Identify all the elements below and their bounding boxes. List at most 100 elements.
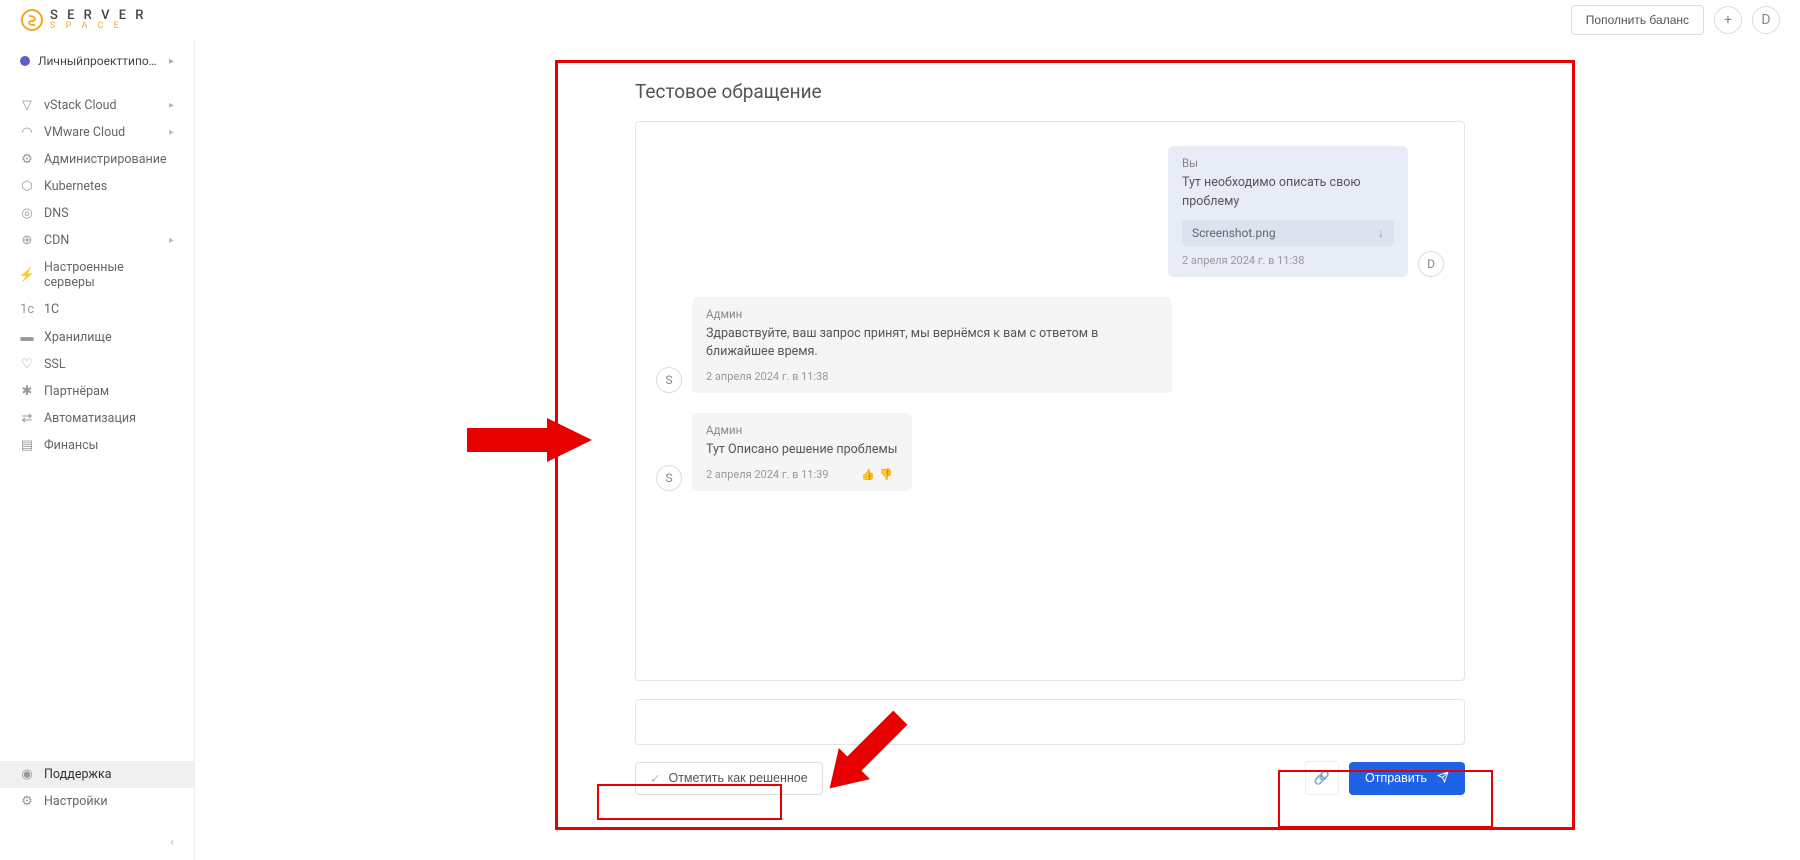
sidebar-item-cdn[interactable]: ⊕ CDN ▸ xyxy=(0,227,194,254)
sidebar-item-label: SSL xyxy=(44,357,66,372)
nav-icon: ▬ xyxy=(20,329,34,345)
main-content: Тестовое обращение Вы Тут необходимо опи… xyxy=(195,40,1800,860)
sidebar-item-настроенные-серверы[interactable]: ⚡ Настроенные серверы xyxy=(0,254,194,296)
sidebar-item-kubernetes[interactable]: ⬡ Kubernetes xyxy=(0,173,194,200)
nav-icon: ◠ xyxy=(20,125,34,140)
sidebar-item-label: Настройки xyxy=(44,794,108,809)
sidebar-item-label: VMware Cloud xyxy=(44,125,125,140)
sidebar-item-dns[interactable]: ◎ DNS xyxy=(0,200,194,227)
sidebar-item-автоматизация[interactable]: ⇄ Автоматизация xyxy=(0,405,194,432)
avatar-user: D xyxy=(1418,251,1444,277)
send-icon xyxy=(1437,771,1449,786)
message-row-admin: S Админ Здравствуйте, ваш запрос принят,… xyxy=(656,297,1444,394)
message-timestamp: 2 апреля 2024 г. в 11:39 👍 👎 xyxy=(706,468,898,481)
sidebar-item-label: Kubernetes xyxy=(44,179,107,194)
nav-icon: ⇄ xyxy=(20,411,34,426)
message-sender: Вы xyxy=(1182,156,1394,170)
sidebar-item-label: Хранилище xyxy=(44,330,112,345)
nav-icon: ⊕ xyxy=(20,233,34,248)
paperclip-icon: 🔗 xyxy=(1314,771,1330,786)
sidebar-item-label: Автоматизация xyxy=(44,411,136,426)
nav-icon: 1c xyxy=(20,302,34,317)
nav-icon: ◎ xyxy=(20,206,34,221)
thumbs-down-icon[interactable]: 👎 xyxy=(879,468,893,481)
nav-bottom: ◉ Поддержка ⚙ Настройки xyxy=(0,751,194,825)
feedback-buttons[interactable]: 👍 👎 xyxy=(861,468,892,481)
logo-text: S E R V E R S P A C E xyxy=(50,9,146,31)
nav-icon: ▤ xyxy=(20,438,34,453)
ticket-panel: Тестовое обращение Вы Тут необходимо опи… xyxy=(635,80,1465,795)
sidebar-item-label: Администрирование xyxy=(44,152,167,167)
sidebar-item-поддержка[interactable]: ◉ Поддержка xyxy=(0,761,194,788)
nav-icon: ▽ xyxy=(20,98,34,113)
chevron-right-icon: ▸ xyxy=(169,56,174,67)
message-text: Тут необходимо описать свою проблему xyxy=(1182,174,1394,212)
message-sender: Админ xyxy=(706,307,1158,321)
logo-icon xyxy=(20,8,44,32)
sidebar-item-label: Финансы xyxy=(44,438,98,453)
sidebar: Личныйпроекттипот… ▸ ▽ vStack Cloud ▸ ◠ VMwa… xyxy=(0,40,195,860)
send-button[interactable]: Отправить xyxy=(1349,762,1465,795)
action-bar: ✓ Отметить как решенное 🔗 Отправить xyxy=(635,761,1465,795)
project-selector[interactable]: Личныйпроекттипот… ▸ xyxy=(0,40,194,82)
sidebar-item-администрирование[interactable]: ⚙ Администрирование xyxy=(0,146,194,173)
check-icon: ✓ xyxy=(650,771,660,786)
send-label: Отправить xyxy=(1365,771,1427,785)
compose-input[interactable] xyxy=(635,699,1465,745)
message-timestamp: 2 апреля 2024 г. в 11:38 xyxy=(1182,254,1394,267)
avatar-admin: S xyxy=(656,367,682,393)
nav-icon: ⚙ xyxy=(20,794,34,809)
sidebar-item-label: Настроенные серверы xyxy=(44,260,174,290)
sidebar-item-label: vStack Cloud xyxy=(44,98,117,113)
download-icon: ↓ xyxy=(1378,226,1384,240)
message-row-admin: S Админ Тут Описано решение проблемы 2 а… xyxy=(656,413,1444,491)
attachment-filename: Screenshot.png xyxy=(1192,226,1276,240)
sidebar-item-label: DNS xyxy=(44,206,69,221)
add-button[interactable]: + xyxy=(1714,6,1742,34)
chat-container: Вы Тут необходимо описать свою проблему … xyxy=(635,121,1465,681)
project-dot-icon xyxy=(20,56,30,66)
message-row-user: Вы Тут необходимо описать свою проблему … xyxy=(656,146,1444,277)
sidebar-item-label: 1C xyxy=(44,302,59,317)
nav-icon: ⬡ xyxy=(20,179,34,194)
sidebar-item-ssl[interactable]: ♡ SSL xyxy=(0,351,194,378)
message-text: Тут Описано решение проблемы xyxy=(706,441,898,460)
sidebar-item-label: CDN xyxy=(44,233,69,248)
message-sender: Админ xyxy=(706,423,898,437)
message-timestamp: 2 апреля 2024 г. в 11:38 xyxy=(706,370,1158,383)
resolve-label: Отметить как решенное xyxy=(668,771,807,785)
collapse-sidebar-button[interactable]: ‹ xyxy=(0,825,194,860)
sidebar-item-vstack-cloud[interactable]: ▽ vStack Cloud ▸ xyxy=(0,92,194,119)
sidebar-item-хранилище[interactable]: ▬ Хранилище xyxy=(0,323,194,351)
thumbs-up-icon[interactable]: 👍 xyxy=(861,468,875,481)
ticket-title: Тестовое обращение xyxy=(635,80,1465,103)
topup-balance-button[interactable]: Пополнить баланс xyxy=(1571,5,1704,35)
mark-resolved-button[interactable]: ✓ Отметить как решенное xyxy=(635,762,823,795)
sidebar-item-финансы[interactable]: ▤ Финансы xyxy=(0,432,194,459)
sidebar-item-партнёрам[interactable]: ✱ Партнёрам xyxy=(0,378,194,405)
nav-icon: ✱ xyxy=(20,384,34,399)
nav-main: ▽ vStack Cloud ▸ ◠ VMware Cloud ▸ ⚙ Администрир… xyxy=(0,82,194,459)
project-name: Личныйпроекттипот… xyxy=(38,54,161,68)
sidebar-item-1c[interactable]: 1c 1C xyxy=(0,296,194,323)
nav-icon: ◉ xyxy=(20,767,34,782)
sidebar-item-label: Партнёрам xyxy=(44,384,109,399)
app-header: S E R V E R S P A C E Пополнить баланс +… xyxy=(0,0,1800,40)
attachment-chip[interactable]: Screenshot.png ↓ xyxy=(1182,220,1394,246)
message-text: Здравствуйте, ваш запрос принят, мы верн… xyxy=(706,325,1158,363)
nav-icon: ♡ xyxy=(20,357,34,372)
nav-icon: ⚙ xyxy=(20,152,34,167)
avatar-admin: S xyxy=(656,465,682,491)
sidebar-item-настройки[interactable]: ⚙ Настройки xyxy=(0,788,194,815)
message-bubble-admin: Админ Здравствуйте, ваш запрос принят, м… xyxy=(692,297,1172,394)
brand-logo[interactable]: S E R V E R S P A C E xyxy=(20,8,146,32)
message-bubble-admin: Админ Тут Описано решение проблемы 2 апр… xyxy=(692,413,912,491)
chevron-icon: ▸ xyxy=(169,235,174,246)
attach-file-button[interactable]: 🔗 xyxy=(1305,761,1339,795)
nav-icon: ⚡ xyxy=(20,268,34,283)
message-bubble-user: Вы Тут необходимо описать свою проблему … xyxy=(1168,146,1408,277)
user-avatar[interactable]: D xyxy=(1752,6,1780,34)
chevron-icon: ▸ xyxy=(169,100,174,111)
sidebar-item-label: Поддержка xyxy=(44,767,112,782)
sidebar-item-vmware-cloud[interactable]: ◠VMware Cloud▸ xyxy=(0,119,194,146)
